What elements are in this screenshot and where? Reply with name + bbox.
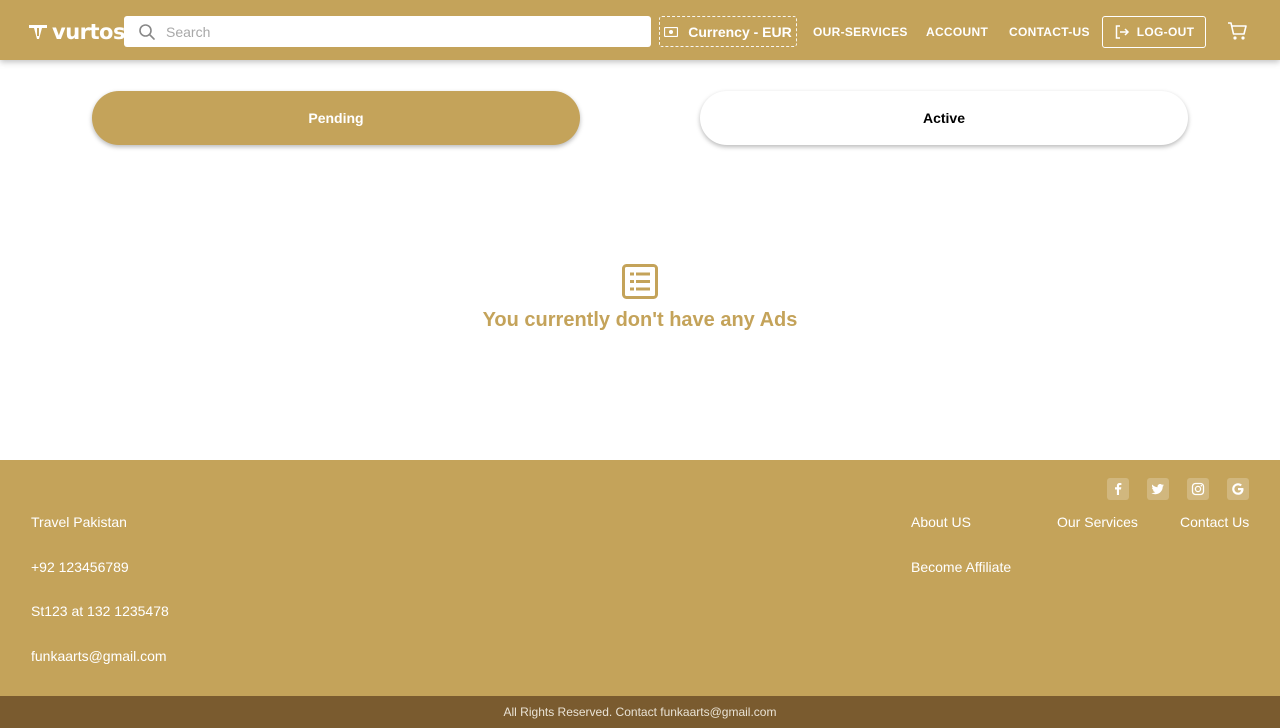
footer-address: St123 at 132 1235478 — [31, 603, 169, 619]
tab-pending-label: Pending — [308, 110, 364, 126]
logout-label: LOG-OUT — [1136, 25, 1195, 39]
search-icon — [139, 23, 155, 40]
top-header: vurtos Currency - EUR OUR-SERVICES ACCOU… — [0, 0, 1280, 60]
currency-label: Currency - EUR — [688, 23, 792, 40]
tab-pending[interactable]: Pending — [92, 91, 580, 145]
list-icon — [622, 264, 658, 299]
instagram-icon[interactable] — [1187, 478, 1209, 500]
footer-company: Travel Pakistan — [31, 514, 127, 530]
footer-link-services[interactable]: Our Services — [1057, 514, 1138, 530]
cart-icon[interactable] — [1227, 21, 1248, 41]
google-icon[interactable] — [1227, 478, 1249, 500]
footer-link-about[interactable]: About US — [911, 514, 971, 530]
facebook-icon[interactable] — [1107, 478, 1129, 500]
nav-our-services[interactable]: OUR-SERVICES — [813, 25, 908, 39]
footer-phone: +92 123456789 — [31, 559, 129, 575]
nav-account[interactable]: ACCOUNT — [926, 25, 988, 39]
search-input[interactable] — [166, 23, 626, 40]
currency-selector[interactable]: Currency - EUR — [659, 16, 797, 47]
tab-active-label: Active — [922, 110, 966, 126]
footer-email: funkaarts@gmail.com — [31, 648, 167, 664]
nav-contact-us[interactable]: CONTACT-US — [1009, 25, 1090, 39]
logout-icon — [1115, 25, 1129, 39]
footer-link-contact[interactable]: Contact Us — [1180, 514, 1249, 530]
footer — [0, 460, 1280, 696]
copyright-text: All Rights Reserved. Contact funkaarts@g… — [503, 705, 777, 719]
footer-link-affiliate[interactable]: Become Affiliate — [911, 559, 1011, 575]
logo-icon — [29, 25, 47, 39]
logo[interactable]: vurtos — [28, 18, 125, 46]
copyright-bar: All Rights Reserved. Contact funkaarts@g… — [0, 696, 1280, 728]
logo-text: vurtos — [52, 20, 125, 44]
twitter-icon[interactable] — [1147, 478, 1169, 500]
empty-state-message: You currently don't have any Ads — [482, 309, 798, 331]
search-bar[interactable] — [124, 16, 651, 47]
banknote-icon — [664, 26, 679, 37]
logout-button[interactable]: LOG-OUT — [1102, 16, 1206, 48]
tab-active[interactable]: Active — [700, 91, 1188, 145]
